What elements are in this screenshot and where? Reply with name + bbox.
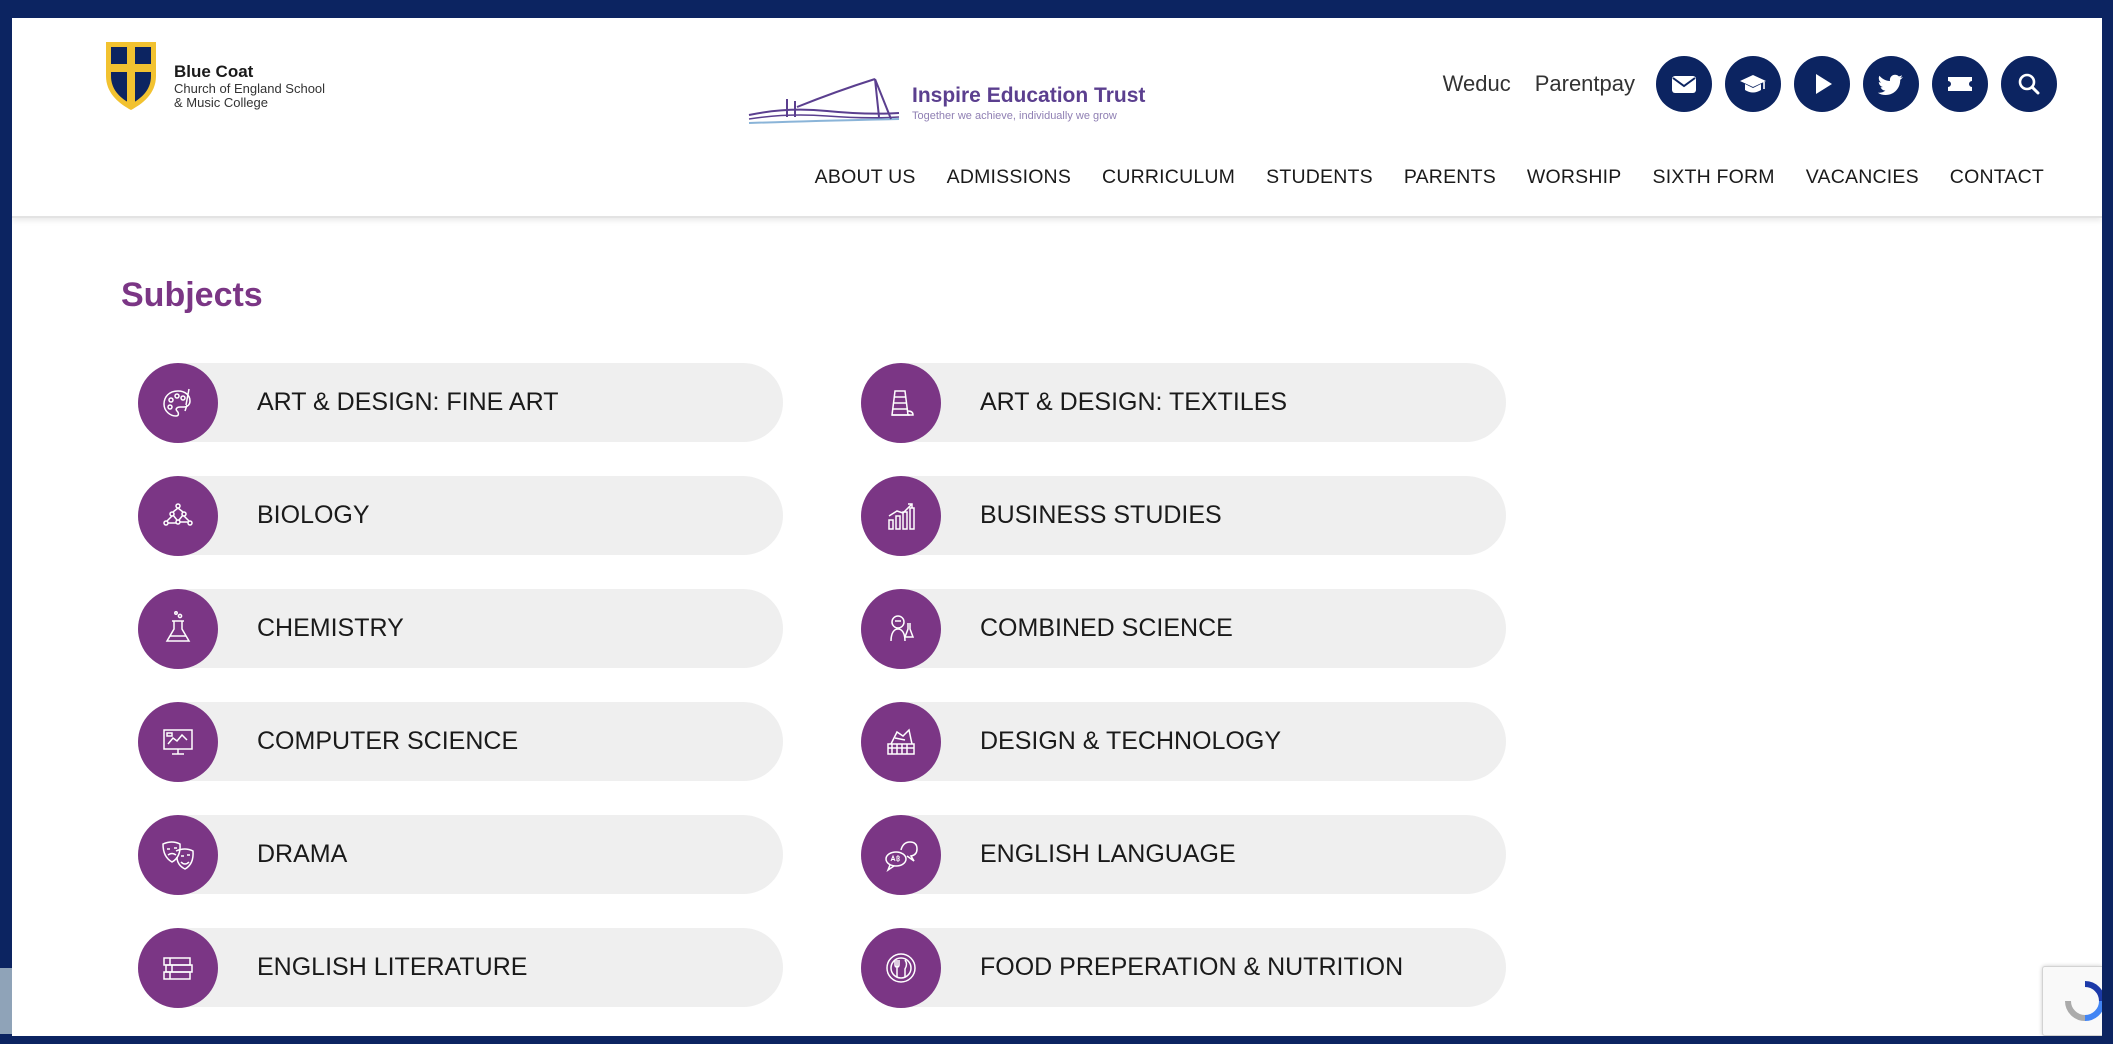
email-button[interactable] xyxy=(1656,56,1712,112)
school-subtitle-2: & Music College xyxy=(174,95,268,111)
subject-label: ENGLISH LANGUAGE xyxy=(980,840,1236,868)
subject-label: BUSINESS STUDIES xyxy=(980,501,1222,529)
main-nav: ABOUT US ADMISSIONS CURRICULUM STUDENTS … xyxy=(815,166,2044,189)
trust-name: Inspire Education Trust xyxy=(912,84,1146,107)
nav-contact[interactable]: CONTACT xyxy=(1950,166,2044,189)
nav-about-us[interactable]: ABOUT US xyxy=(815,166,916,189)
recaptcha-badge[interactable] xyxy=(2042,966,2102,1036)
bridge-icon xyxy=(748,78,900,124)
school-name: Blue Coat xyxy=(174,62,254,81)
twitter-icon xyxy=(1877,74,1903,95)
page-frame: Blue Coat Church of England School & Mus… xyxy=(12,18,2102,1036)
school-logo[interactable]: Blue Coat Church of England School & Mus… xyxy=(102,38,325,112)
subject-english-language[interactable]: ENGLISH LANGUAGE xyxy=(861,814,1506,895)
nav-parents[interactable]: PARENTS xyxy=(1404,166,1496,189)
graduation-button[interactable] xyxy=(1725,56,1781,112)
scientist-icon xyxy=(890,614,915,641)
nav-sixth-form[interactable]: SIXTH FORM xyxy=(1652,166,1774,189)
books-icon xyxy=(163,956,193,980)
ticket-button[interactable] xyxy=(1932,56,1988,112)
subject-icon-circle xyxy=(138,588,218,669)
search-button[interactable] xyxy=(2001,56,2057,112)
trust-logo[interactable]: Inspire Education Trust Together we achi… xyxy=(747,73,1145,133)
nav-students[interactable]: STUDENTS xyxy=(1266,166,1373,189)
palette-icon xyxy=(163,388,191,417)
subject-icon-circle xyxy=(861,701,941,782)
graduation-cap-icon xyxy=(1740,75,1766,93)
subject-icon-circle xyxy=(138,701,218,782)
subject-icon-circle xyxy=(861,588,941,669)
subject-combined-science[interactable]: COMBINED SCIENCE xyxy=(861,588,1506,669)
subject-label: FOOD PREPERATION & NUTRITION xyxy=(980,953,1404,981)
subject-icon-circle xyxy=(138,814,218,895)
side-tab xyxy=(0,968,12,1034)
thread-spool-icon xyxy=(891,389,914,416)
subject-label: COMBINED SCIENCE xyxy=(980,614,1233,642)
school-subtitle-1: Church of England School xyxy=(174,80,326,96)
subject-drama[interactable]: DRAMA xyxy=(138,814,783,895)
parentpay-link[interactable]: Parentpay xyxy=(1535,71,1635,97)
subject-label: COMPUTER SCIENCE xyxy=(257,727,519,755)
speech-bubbles-icon xyxy=(885,840,918,872)
subject-icon-circle xyxy=(861,475,941,556)
subject-art-textiles[interactable]: ART & DESIGN: TEXTILES xyxy=(861,362,1506,443)
plate-cutlery-icon xyxy=(886,952,916,983)
subject-label: ENGLISH LITERATURE xyxy=(257,953,528,981)
subject-business-studies[interactable]: BUSINESS STUDIES xyxy=(861,475,1506,556)
nav-curriculum[interactable]: CURRICULUM xyxy=(1102,166,1235,189)
subject-label: ART & DESIGN: TEXTILES xyxy=(980,388,1288,416)
trust-tagline: Together we achieve, individually we gro… xyxy=(912,110,1117,122)
molecule-icon xyxy=(163,502,193,526)
monitor-icon xyxy=(163,728,193,755)
subject-icon-circle xyxy=(138,475,218,556)
subject-label: ART & DESIGN: FINE ART xyxy=(257,388,559,416)
weduc-link[interactable]: Weduc xyxy=(1443,71,1511,97)
subject-icon-circle xyxy=(138,362,218,443)
subject-label: CHEMISTRY xyxy=(257,614,404,642)
subject-icon-circle xyxy=(138,927,218,1008)
recaptcha-icon xyxy=(2065,981,2102,1021)
subject-label: DRAMA xyxy=(257,840,348,868)
subject-biology[interactable]: BIOLOGY xyxy=(138,475,783,556)
site-header: Blue Coat Church of England School & Mus… xyxy=(12,18,2102,218)
subject-design-technology[interactable]: DESIGN & TECHNOLOGY xyxy=(861,701,1506,782)
crest-icon xyxy=(106,42,156,110)
subject-art-fine-art[interactable]: ART & DESIGN: FINE ART xyxy=(138,362,783,443)
top-links: Weduc Parentpay xyxy=(1443,56,2057,112)
twitter-button[interactable] xyxy=(1863,56,1919,112)
subjects-grid: ART & DESIGN: FINE ART ART & DESIGN: TEX… xyxy=(138,362,1506,1008)
play-icon xyxy=(1816,74,1832,94)
subject-icon-circle xyxy=(861,362,941,443)
subject-label: BIOLOGY xyxy=(257,501,370,529)
subject-english-literature[interactable]: ENGLISH LITERATURE xyxy=(138,927,783,1008)
theatre-masks-icon xyxy=(162,840,194,870)
ticket-icon xyxy=(1948,77,1972,91)
subject-icon-circle xyxy=(861,814,941,895)
nav-vacancies[interactable]: VACANCIES xyxy=(1806,166,1919,189)
nav-worship[interactable]: WORSHIP xyxy=(1527,166,1622,189)
toolbox-icon xyxy=(887,727,915,755)
flask-icon xyxy=(165,610,191,642)
subject-chemistry[interactable]: CHEMISTRY xyxy=(138,588,783,669)
search-icon xyxy=(2018,73,2040,95)
video-button[interactable] xyxy=(1794,56,1850,112)
subject-food-preparation[interactable]: FOOD PREPERATION & NUTRITION xyxy=(861,927,1506,1008)
subject-label: DESIGN & TECHNOLOGY xyxy=(980,727,1281,755)
subject-icon-circle xyxy=(861,927,941,1008)
page-title: Subjects xyxy=(121,276,263,314)
subject-computer-science[interactable]: COMPUTER SCIENCE xyxy=(138,701,783,782)
nav-admissions[interactable]: ADMISSIONS xyxy=(947,166,1071,189)
envelope-icon xyxy=(1672,76,1696,93)
growth-chart-icon xyxy=(888,502,915,530)
